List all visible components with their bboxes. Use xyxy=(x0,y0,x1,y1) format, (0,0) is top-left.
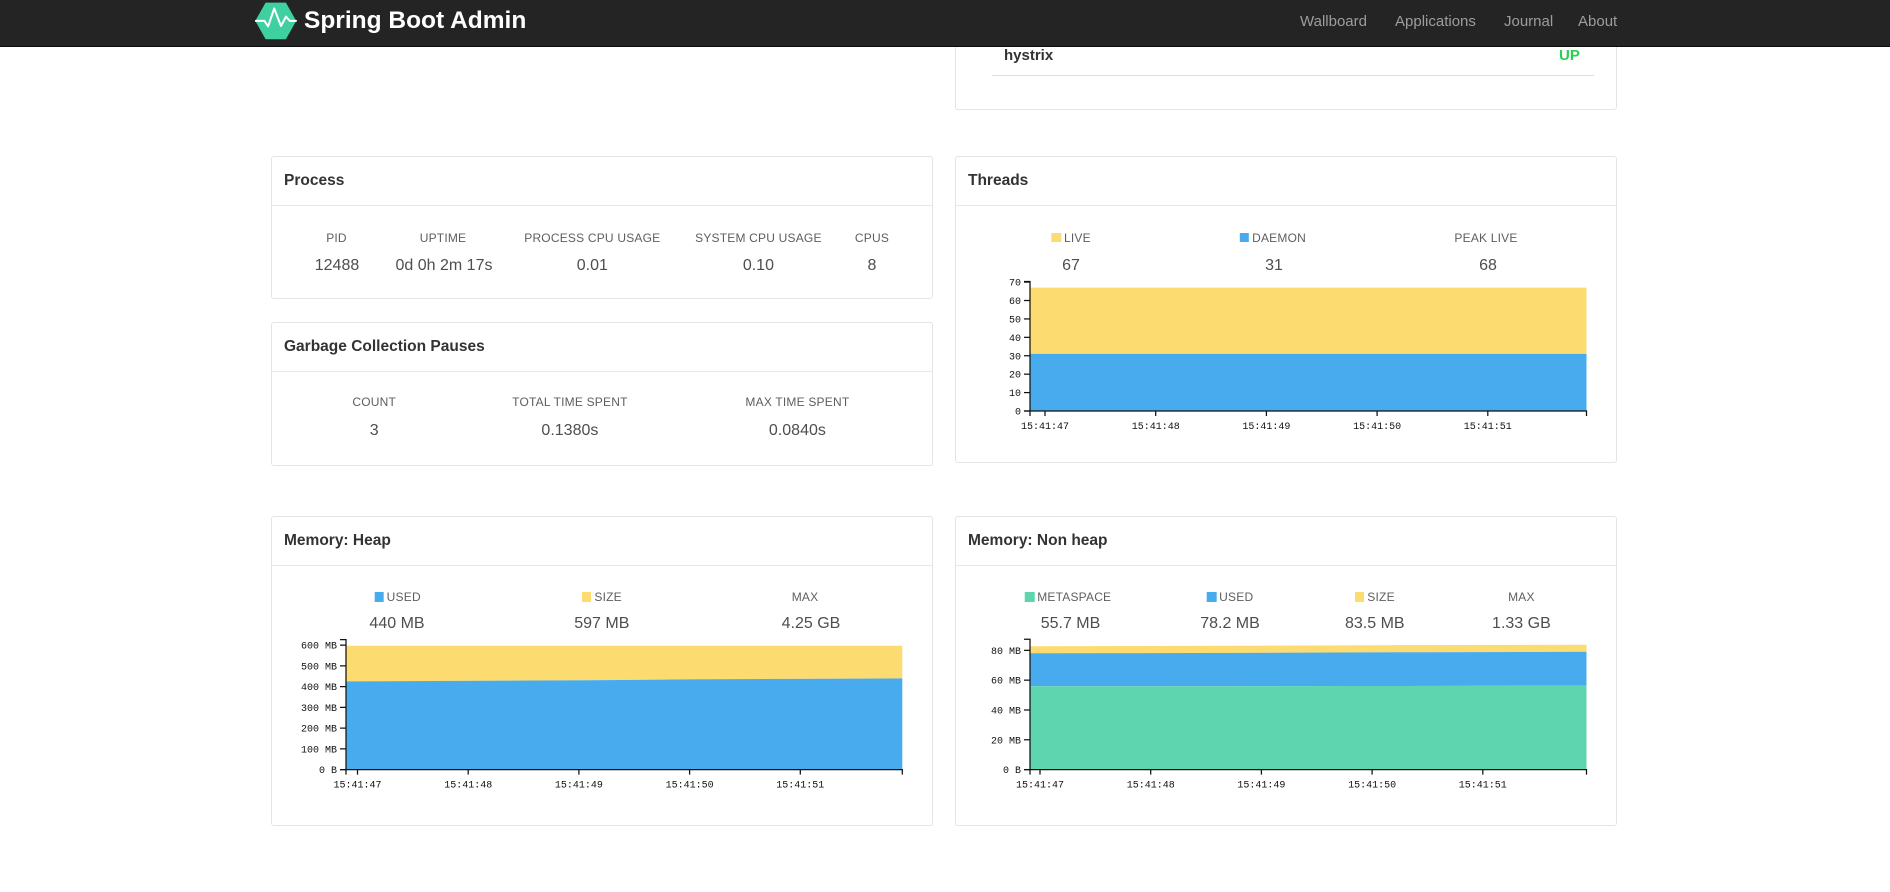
svg-text:15:41:51: 15:41:51 xyxy=(1459,781,1507,792)
svg-text:500 MB: 500 MB xyxy=(301,662,337,673)
svg-text:20 MB: 20 MB xyxy=(991,736,1021,747)
svg-text:15:41:48: 15:41:48 xyxy=(1132,422,1180,433)
svg-text:15:41:50: 15:41:50 xyxy=(1348,781,1396,792)
svg-text:600 MB: 600 MB xyxy=(301,642,337,653)
svg-text:15:41:49: 15:41:49 xyxy=(1237,781,1285,792)
svg-text:15:41:51: 15:41:51 xyxy=(776,781,824,792)
svg-text:400 MB: 400 MB xyxy=(301,683,337,694)
svg-text:15:41:47: 15:41:47 xyxy=(1016,781,1064,792)
svg-text:10: 10 xyxy=(1009,389,1021,400)
svg-text:15:41:49: 15:41:49 xyxy=(1242,422,1290,433)
svg-text:60: 60 xyxy=(1009,297,1021,308)
svg-text:15:41:47: 15:41:47 xyxy=(333,781,381,792)
svg-text:50: 50 xyxy=(1009,315,1021,326)
svg-text:70: 70 xyxy=(1009,279,1021,290)
svg-text:60 MB: 60 MB xyxy=(991,677,1021,688)
svg-text:40: 40 xyxy=(1009,334,1021,345)
svg-text:15:41:49: 15:41:49 xyxy=(555,781,603,792)
svg-text:200 MB: 200 MB xyxy=(301,725,337,736)
svg-text:0 B: 0 B xyxy=(1003,766,1021,777)
svg-text:15:41:50: 15:41:50 xyxy=(666,781,714,792)
svg-text:300 MB: 300 MB xyxy=(301,704,337,715)
svg-text:0 B: 0 B xyxy=(319,766,337,777)
svg-text:15:41:50: 15:41:50 xyxy=(1353,422,1401,433)
svg-text:80 MB: 80 MB xyxy=(991,647,1021,658)
svg-text:0: 0 xyxy=(1015,408,1021,419)
svg-text:15:41:51: 15:41:51 xyxy=(1464,422,1512,433)
svg-text:30: 30 xyxy=(1009,352,1021,363)
svg-text:40 MB: 40 MB xyxy=(991,706,1021,717)
svg-text:15:41:48: 15:41:48 xyxy=(1127,781,1175,792)
svg-text:15:41:48: 15:41:48 xyxy=(444,781,492,792)
svg-text:20: 20 xyxy=(1009,371,1021,382)
svg-text:100 MB: 100 MB xyxy=(301,745,337,756)
svg-text:15:41:47: 15:41:47 xyxy=(1021,422,1069,433)
